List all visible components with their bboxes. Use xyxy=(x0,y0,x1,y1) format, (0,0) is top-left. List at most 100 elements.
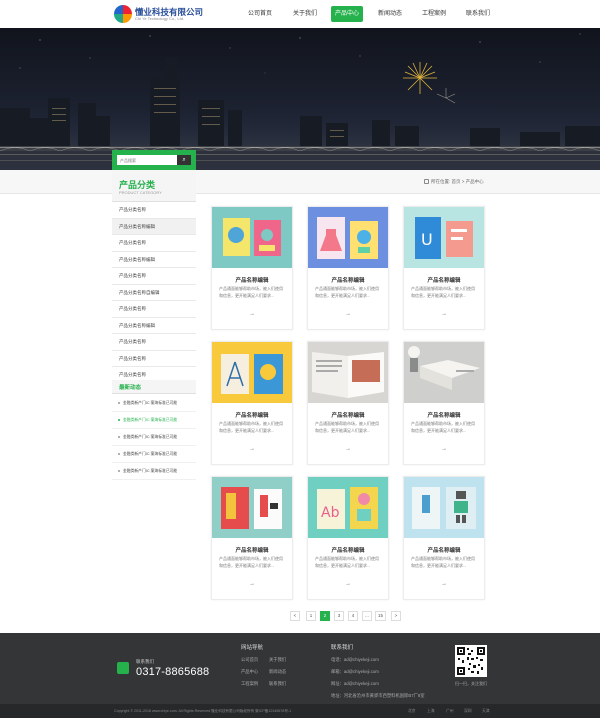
arrow-right-icon[interactable]: → xyxy=(212,581,292,587)
product-card[interactable]: 产品名称编辑 产品通面能够帮助市场，被入们使用和信息，更开能满足人们要求... … xyxy=(211,341,293,465)
product-image xyxy=(212,207,292,268)
news-title: 最新动态 xyxy=(119,385,142,391)
category-item[interactable]: 产品分类名称编辑 xyxy=(112,318,196,334)
arrow-right-icon[interactable]: → xyxy=(308,311,388,317)
footer-contact-line: 网址：ad@chiyekeji.com xyxy=(331,681,379,686)
product-image xyxy=(308,342,388,403)
category-item[interactable]: 产品分类名称 xyxy=(112,235,196,252)
product-desc: 产品通面能够帮助市场，被入们使用和信息，更开能满足人们要求... xyxy=(219,286,283,298)
product-image xyxy=(308,207,388,268)
footer-nav-link[interactable]: 关于我们 xyxy=(269,657,286,663)
footer-contact-title: 联系我们 xyxy=(331,645,354,651)
news-item[interactable]: 金融类新产门IC 案海标准已可能 xyxy=(112,446,196,463)
product-image xyxy=(212,477,292,538)
product-desc: 产品通面能够帮助市场，被入们使用和信息，更开能满足人们要求... xyxy=(219,556,283,568)
footer-city[interactable]: 天津 xyxy=(482,709,490,714)
category-item[interactable]: 产品分类名称 xyxy=(112,268,196,285)
product-image xyxy=(212,342,292,403)
pagination-next[interactable]: > xyxy=(391,611,401,621)
nav-home[interactable]: 公司首页 xyxy=(243,6,277,22)
product-name: 产品名称编辑 xyxy=(331,548,365,554)
arrow-right-icon[interactable]: → xyxy=(404,446,484,452)
news-item[interactable]: 金融类新产门IC 案海标准已可能 xyxy=(112,463,196,480)
footer-nav-title: 网站导航 xyxy=(241,645,264,651)
pagination-page[interactable]: 15 xyxy=(375,611,387,621)
breadcrumb-bar xyxy=(0,170,600,194)
search-input[interactable] xyxy=(117,155,177,165)
footer-city[interactable]: 上海 xyxy=(427,709,435,714)
logo[interactable]: 懂业科技有限公司 Chi Ye Technology Co., Ltd. xyxy=(114,5,203,23)
logo-icon xyxy=(114,5,132,23)
nav-cases[interactable]: 工程案例 xyxy=(417,6,451,22)
search-icon: ⌕ xyxy=(182,157,186,163)
product-card[interactable]: U 产品名称编辑 产品通面能够帮助市场，被入们使用和信息，更开能满足人们要求..… xyxy=(403,206,485,330)
category-item[interactable]: 产品分类名称 xyxy=(112,334,196,351)
product-name: 产品名称编辑 xyxy=(235,278,269,284)
product-card[interactable]: 产品名称编辑 产品通面能够帮助市场，被入们使用和信息，更开能满足人们要求... … xyxy=(307,341,389,465)
product-card[interactable]: 产品名称编辑 产品通面能够帮助市场，被入们使用和信息，更开能满足人们要求... … xyxy=(403,476,485,600)
footer-copyright: Copyright © 2011-2018 www.chiye.com. All… xyxy=(0,704,600,718)
qr-code-icon xyxy=(455,645,487,677)
product-image: U xyxy=(404,207,484,268)
category-item[interactable]: 产品分类名称编辑 xyxy=(112,252,196,268)
pagination-page[interactable]: 1 xyxy=(306,611,316,621)
news-item[interactable]: 金融类新产门IC 案海标准已可能 xyxy=(112,395,196,412)
category-list: 产品分类名称 产品分类名称编辑 产品分类名称 产品分类名称编辑 产品分类名称 产… xyxy=(112,202,196,384)
product-card[interactable]: 产品名称编辑 产品通面能够帮助市场，被入们使用和信息，更开能满足人们要求... … xyxy=(403,341,485,465)
nav-contact[interactable]: 联系我们 xyxy=(461,6,495,22)
pagination-prev[interactable]: < xyxy=(290,611,300,621)
svg-text:Ab: Ab xyxy=(321,505,340,521)
pagination-page-current[interactable]: 2 xyxy=(320,611,330,621)
news-list: 金融类新产门IC 案海标准已可能 金融类新产门IC 案海标准已可能 金融类新产门… xyxy=(112,395,196,480)
news-item[interactable]: 金融类新产门IC 案海标准已可能 xyxy=(112,429,196,446)
arrow-right-icon[interactable]: → xyxy=(308,581,388,587)
copyright-text: Copyright © 2011-2018 www.chiye.com. All… xyxy=(114,709,292,713)
footer-city[interactable]: 深圳 xyxy=(464,709,472,714)
footer-nav-link[interactable]: 工程案例 xyxy=(241,681,258,687)
product-card[interactable]: 产品名称编辑 产品通面能够帮助市场，被入们使用和信息，更开能满足人们要求... … xyxy=(307,206,389,330)
news-header: 最新动态 xyxy=(112,380,196,394)
category-item[interactable]: 产品分类名称自编辑 xyxy=(112,285,196,301)
product-name: 产品名称编辑 xyxy=(235,413,269,419)
product-card[interactable]: 产品名称编辑 产品通面能够帮助市场，被入们使用和信息，更开能满足人们要求... … xyxy=(211,476,293,600)
footer-nav-link[interactable]: 联系我们 xyxy=(269,681,286,687)
pagination-ellipsis: ... xyxy=(362,611,372,621)
pagination-page[interactable]: 4 xyxy=(348,611,358,621)
category-item[interactable]: 产品分类名称 xyxy=(112,351,196,367)
product-card[interactable]: Ab 产品名称编辑 产品通面能够帮助市场，被入们使用和信息，更开能满足人们要求.… xyxy=(307,476,389,600)
phone-icon xyxy=(117,662,129,674)
search-button[interactable]: ⌕ xyxy=(177,155,191,165)
product-image: Ab xyxy=(308,477,388,538)
product-name: 产品名称编辑 xyxy=(331,278,365,284)
category-item[interactable]: 产品分类名称 xyxy=(112,202,196,219)
site-header: 懂业科技有限公司 Chi Ye Technology Co., Ltd. 公司首… xyxy=(0,0,600,28)
qr-label: 扫一扫，关注我们 xyxy=(455,681,487,686)
arrow-right-icon[interactable]: → xyxy=(308,446,388,452)
category-item[interactable]: 产品分类名称 xyxy=(112,301,196,318)
category-item[interactable]: 产品分类名称编辑 xyxy=(112,218,196,235)
footer-nav-link[interactable]: 新闻动态 xyxy=(269,669,286,675)
product-card[interactable]: 产品名称编辑 产品通面能够帮助市场，被入们使用和信息，更开能满足人们要求... … xyxy=(211,206,293,330)
product-desc: 产品通面能够帮助市场，被入们使用和信息，更开能满足人们要求... xyxy=(411,556,475,568)
pagination-page[interactable]: 3 xyxy=(334,611,344,621)
footer-city[interactable]: 广州 xyxy=(446,709,454,714)
product-desc: 产品通面能够帮助市场，被入们使用和信息，更开能满足人们要求... xyxy=(219,421,283,433)
nav-news[interactable]: 新闻动态 xyxy=(373,6,407,22)
arrow-right-icon[interactable]: → xyxy=(212,311,292,317)
footer-city[interactable]: 北京 xyxy=(408,709,416,714)
nav-about[interactable]: 关于我们 xyxy=(288,6,322,22)
home-icon xyxy=(424,179,429,184)
product-name: 产品名称编辑 xyxy=(235,548,269,554)
news-item[interactable]: 金融类新产门IC 案海标准已可能 xyxy=(112,412,196,429)
product-name: 产品名称编辑 xyxy=(427,548,461,554)
arrow-right-icon[interactable]: → xyxy=(404,311,484,317)
product-desc: 产品通面能够帮助市场，被入们使用和信息，更开能满足人们要求... xyxy=(411,421,475,433)
footer-nav-link[interactable]: 产品中心 xyxy=(241,669,258,675)
nav-products[interactable]: 产品中心 xyxy=(331,6,363,22)
footer-nav-link[interactable]: 公司首页 xyxy=(241,657,258,663)
product-name: 产品名称编辑 xyxy=(331,413,365,419)
arrow-right-icon[interactable]: → xyxy=(212,446,292,452)
category-subtitle: PRODUCT CATEGORY xyxy=(119,190,162,195)
product-image xyxy=(404,342,484,403)
arrow-right-icon[interactable]: → xyxy=(404,581,484,587)
